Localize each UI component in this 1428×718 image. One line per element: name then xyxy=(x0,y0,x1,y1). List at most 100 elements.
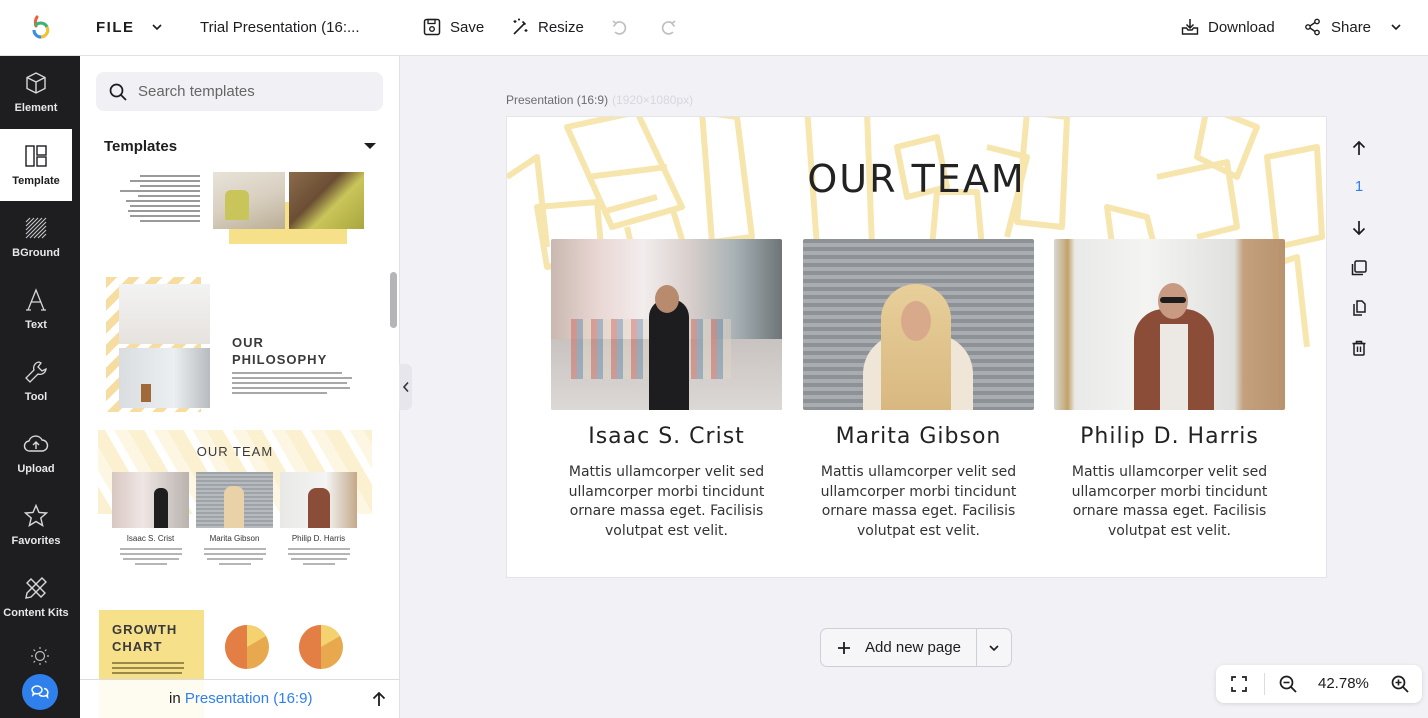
save-button[interactable]: Save xyxy=(422,17,484,37)
member-photo[interactable] xyxy=(803,239,1034,410)
star-icon xyxy=(23,503,49,527)
text-icon xyxy=(26,288,46,311)
member-name[interactable]: Marita Gibson xyxy=(803,424,1034,449)
file-menu-button[interactable]: FILE xyxy=(96,19,135,36)
move-page-down-button[interactable] xyxy=(1348,217,1370,239)
rail-label: Upload xyxy=(17,463,55,475)
copy-icon xyxy=(1353,300,1366,316)
add-new-page-button[interactable]: Add new page xyxy=(821,629,976,666)
cloud-upload-icon xyxy=(23,435,49,452)
download-label: Download xyxy=(1208,18,1275,36)
chevron-down-icon[interactable] xyxy=(150,20,164,34)
thumbnail-photo xyxy=(119,348,210,408)
rail-label: Text xyxy=(25,319,47,331)
rail-item-content-kits[interactable]: Content Kits xyxy=(0,561,72,633)
canvas-dimensions: (1920×1080px) xyxy=(612,93,694,107)
chevron-down-icon[interactable] xyxy=(1389,20,1403,34)
thumbnail-body-text xyxy=(120,175,200,222)
panel-scrollbar[interactable] xyxy=(390,272,397,328)
canvas-label: Presentation (16:9) (1920×1080px) xyxy=(506,93,693,107)
download-icon xyxy=(1181,19,1199,35)
template-thumbnail-chair-interior[interactable] xyxy=(98,172,372,247)
thumbnail-photo xyxy=(289,172,364,229)
chat-button[interactable] xyxy=(22,674,58,710)
template-panel: Templates OUR PHILOSOPHY OUR TEAM Isaac … xyxy=(80,56,400,718)
member-photo[interactable] xyxy=(551,239,782,410)
rail-item-favorites[interactable]: Favorites xyxy=(0,489,72,561)
wrench-icon xyxy=(25,361,47,383)
arrow-down-icon xyxy=(1352,221,1366,236)
panel-footer: in Presentation (16:9) xyxy=(80,679,399,718)
duplicate-icon xyxy=(1351,260,1367,276)
footer-prefix: in xyxy=(169,690,181,707)
rail-label: BGround xyxy=(12,247,60,259)
app-logo[interactable] xyxy=(26,14,54,42)
team-member-card[interactable]: Philip D. Harris Mattis ullamcorper veli… xyxy=(1054,239,1285,541)
background-icon xyxy=(25,217,47,239)
download-button[interactable]: Download xyxy=(1180,17,1275,37)
copy-page-button[interactable] xyxy=(1348,297,1370,319)
arrow-up-icon[interactable] xyxy=(370,690,388,708)
zoom-out-icon[interactable] xyxy=(1278,674,1298,694)
divider xyxy=(1264,673,1265,695)
save-label: Save xyxy=(450,18,485,36)
rail-item-upload[interactable]: Upload xyxy=(0,417,72,489)
thumbnail-member-name: Philip D. Harris xyxy=(291,534,346,543)
member-photo[interactable] xyxy=(1054,239,1285,410)
rail-item-tool[interactable]: Tool xyxy=(0,345,72,417)
thumbnail-title: GROWTH xyxy=(112,622,178,637)
share-button[interactable]: Share xyxy=(1303,17,1403,37)
search-icon xyxy=(109,83,127,101)
team-member-card[interactable]: Isaac S. Crist Mattis ullamcorper velit … xyxy=(551,239,782,541)
slide-canvas[interactable]: OUR TEAM Isaac S. Crist Mattis ullamcorp… xyxy=(506,116,1327,578)
rail-item-text[interactable]: Text xyxy=(0,273,72,345)
undo-icon[interactable] xyxy=(610,18,630,38)
cube-icon xyxy=(26,72,46,94)
rail-item-element[interactable]: Element xyxy=(0,56,72,128)
chevron-left-icon xyxy=(402,381,409,393)
zoom-in-icon[interactable] xyxy=(1390,674,1410,694)
delete-page-button[interactable] xyxy=(1348,337,1370,359)
member-name[interactable]: Isaac S. Crist xyxy=(551,424,782,449)
template-thumbnail-our-team[interactable]: OUR TEAM Isaac S. Crist Marita Gibson Ph… xyxy=(98,430,372,586)
add-page-dropdown-button[interactable] xyxy=(976,629,1011,666)
zoom-level: 42.78% xyxy=(1318,675,1369,692)
rail-item-template[interactable]: Template xyxy=(0,129,72,201)
collapse-panel-button[interactable] xyxy=(399,364,412,410)
member-description[interactable]: Mattis ullamcorper velit sed ullamcorper… xyxy=(803,463,1034,541)
caret-down-icon[interactable] xyxy=(364,143,376,149)
rail-item-background[interactable]: BGround xyxy=(0,201,72,273)
page-number: 1 xyxy=(1354,178,1364,195)
pencil-ruler-icon xyxy=(25,577,47,599)
member-description[interactable]: Mattis ullamcorper velit sed ullamcorper… xyxy=(551,463,782,541)
thumbnail-member-name: Isaac S. Crist xyxy=(126,534,175,543)
move-page-up-button[interactable] xyxy=(1348,137,1370,159)
team-member-card[interactable]: Marita Gibson Mattis ullamcorper velit s… xyxy=(803,239,1034,541)
plus-icon xyxy=(838,641,850,654)
magic-wand-icon xyxy=(513,18,528,35)
thumbnail-title: OUR xyxy=(232,335,264,350)
search-input[interactable] xyxy=(138,83,358,100)
theme-toggle-icon[interactable] xyxy=(30,646,50,666)
thumbnail-title: PHILOSOPHY xyxy=(232,352,328,367)
document-title[interactable]: Trial Presentation (16:... xyxy=(200,19,360,36)
thumbnail-pie-chart xyxy=(299,625,343,669)
slide-title[interactable]: OUR TEAM xyxy=(507,157,1326,201)
search-box[interactable] xyxy=(96,72,383,111)
template-thumbnail-our-philosophy[interactable]: OUR PHILOSOPHY xyxy=(98,272,372,414)
rail-label: Tool xyxy=(24,391,48,403)
resize-button[interactable]: Resize xyxy=(510,17,584,37)
rail-label: Content Kits xyxy=(3,607,69,619)
zoom-controls: 42.78% xyxy=(1216,665,1422,703)
rail-label: Element xyxy=(14,102,58,114)
rail-label: Template xyxy=(12,175,60,187)
thumbnail-body-text xyxy=(112,662,184,674)
add-page-control: Add new page xyxy=(820,628,1012,667)
redo-icon[interactable] xyxy=(658,18,678,38)
member-name[interactable]: Philip D. Harris xyxy=(1054,424,1285,449)
fullscreen-icon[interactable] xyxy=(1229,674,1249,694)
member-description[interactable]: Mattis ullamcorper velit sed ullamcorper… xyxy=(1054,463,1285,541)
arrow-up-icon xyxy=(1352,140,1366,155)
presentation-link[interactable]: Presentation (16:9) xyxy=(185,690,313,707)
duplicate-page-button[interactable] xyxy=(1348,257,1370,279)
